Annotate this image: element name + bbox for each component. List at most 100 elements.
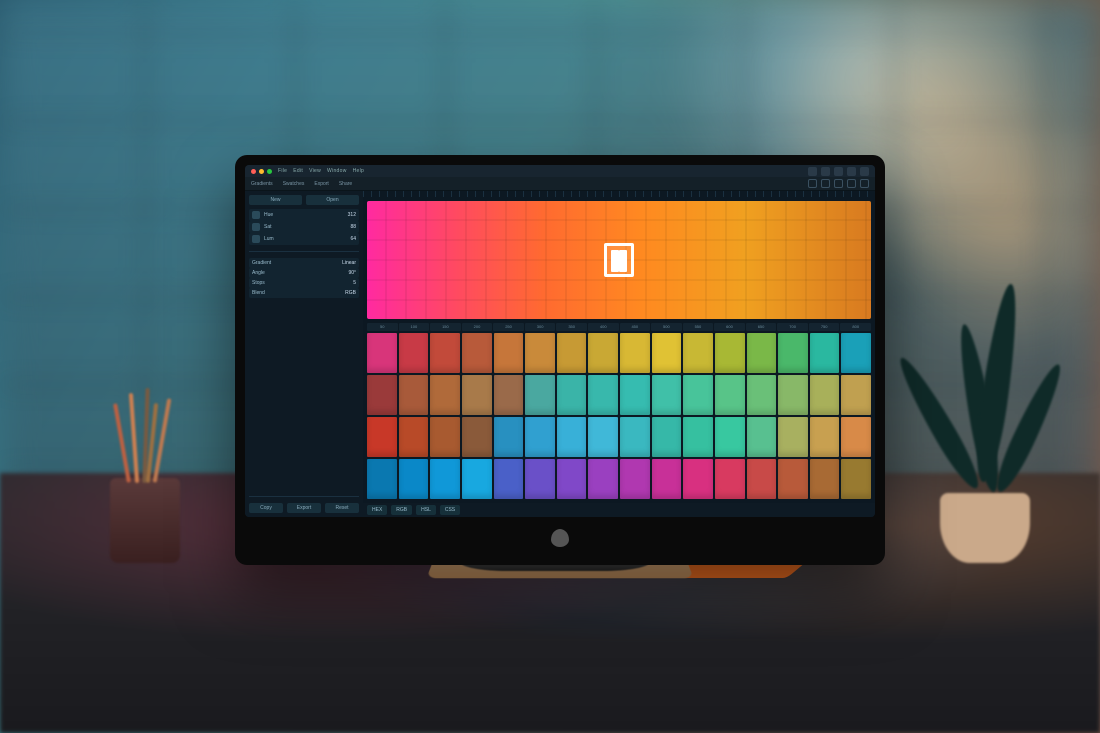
control-center-icon[interactable] [847, 167, 856, 176]
color-swatch[interactable] [494, 417, 524, 457]
color-swatch[interactable] [525, 459, 555, 499]
color-swatch[interactable] [683, 333, 713, 373]
color-swatch[interactable] [620, 417, 650, 457]
color-swatch[interactable] [841, 375, 871, 415]
color-swatch[interactable] [430, 459, 460, 499]
tab-export[interactable]: Export [314, 181, 328, 187]
user-icon[interactable] [808, 179, 817, 188]
color-swatch[interactable] [525, 333, 555, 373]
export-button[interactable]: Export [287, 503, 321, 513]
color-swatch[interactable] [747, 375, 777, 415]
color-swatch[interactable] [810, 375, 840, 415]
color-swatch[interactable] [778, 375, 808, 415]
window-control-dot[interactable] [251, 169, 256, 174]
color-swatch[interactable] [399, 459, 429, 499]
color-swatch[interactable] [683, 375, 713, 415]
menu-help[interactable]: Help [353, 168, 364, 174]
new-button[interactable]: New [249, 195, 302, 205]
color-swatch[interactable] [399, 333, 429, 373]
color-swatch[interactable] [525, 375, 555, 415]
color-swatch[interactable] [715, 333, 745, 373]
color-swatch[interactable] [525, 417, 555, 457]
color-swatch[interactable] [462, 417, 492, 457]
color-swatch[interactable] [620, 375, 650, 415]
color-swatch[interactable] [747, 333, 777, 373]
color-swatch[interactable] [430, 375, 460, 415]
color-swatch[interactable] [494, 333, 524, 373]
color-swatch[interactable] [652, 417, 682, 457]
color-swatch[interactable] [652, 459, 682, 499]
color-swatch[interactable] [715, 375, 745, 415]
grid-icon[interactable] [834, 179, 843, 188]
battery-icon[interactable] [821, 167, 830, 176]
color-swatch[interactable] [557, 417, 587, 457]
color-swatch[interactable] [588, 417, 618, 457]
color-swatch[interactable] [588, 375, 618, 415]
color-swatch[interactable] [557, 459, 587, 499]
settings-icon[interactable] [860, 179, 869, 188]
menu-file[interactable]: File [278, 168, 287, 174]
setting-stops[interactable]: Stops5 [249, 278, 359, 288]
window-control-dot[interactable] [267, 169, 272, 174]
menu-view[interactable]: View [309, 168, 321, 174]
color-swatch[interactable] [620, 333, 650, 373]
color-swatch[interactable] [494, 459, 524, 499]
format-css-button[interactable]: CSS [440, 505, 460, 515]
color-swatch[interactable] [652, 375, 682, 415]
tab-swatches[interactable]: Swatches [283, 181, 305, 187]
color-swatch[interactable] [747, 459, 777, 499]
color-swatch[interactable] [399, 417, 429, 457]
color-swatch[interactable] [588, 333, 618, 373]
color-swatch[interactable] [588, 459, 618, 499]
setting-gradient[interactable]: GradientLinear [249, 258, 359, 268]
window-controls[interactable] [251, 169, 272, 174]
color-swatch[interactable] [494, 375, 524, 415]
color-swatch[interactable] [747, 417, 777, 457]
color-swatch[interactable] [430, 417, 460, 457]
wifi-icon[interactable] [808, 167, 817, 176]
color-swatch[interactable] [841, 417, 871, 457]
color-swatch[interactable] [652, 333, 682, 373]
tool-sat[interactable]: Sat88 [249, 221, 359, 233]
color-swatch[interactable] [430, 333, 460, 373]
menu-window[interactable]: Window [327, 168, 347, 174]
cloud-icon[interactable] [847, 179, 856, 188]
color-swatch[interactable] [557, 375, 587, 415]
color-swatch[interactable] [715, 459, 745, 499]
color-swatch[interactable] [810, 417, 840, 457]
reset-button[interactable]: Reset [325, 503, 359, 513]
color-swatch[interactable] [367, 417, 397, 457]
color-swatch[interactable] [841, 333, 871, 373]
color-swatch[interactable] [367, 375, 397, 415]
color-swatch[interactable] [683, 459, 713, 499]
tool-hue[interactable]: Hue312 [249, 209, 359, 221]
open-button[interactable]: Open [306, 195, 359, 205]
menu-edit[interactable]: Edit [293, 168, 303, 174]
tool-lum[interactable]: Lum64 [249, 233, 359, 245]
color-swatch[interactable] [462, 333, 492, 373]
copy-button[interactable]: Copy [249, 503, 283, 513]
sync-icon[interactable] [821, 179, 830, 188]
format-rgb-button[interactable]: RGB [391, 505, 412, 515]
search-icon[interactable] [834, 167, 843, 176]
color-swatch[interactable] [810, 459, 840, 499]
color-swatch[interactable] [620, 459, 650, 499]
format-hsl-button[interactable]: HSL [416, 505, 436, 515]
clock-icon[interactable] [860, 167, 869, 176]
setting-blend[interactable]: BlendRGB [249, 288, 359, 298]
color-swatch[interactable] [557, 333, 587, 373]
color-swatch[interactable] [715, 417, 745, 457]
color-swatch[interactable] [841, 459, 871, 499]
color-swatch[interactable] [367, 459, 397, 499]
color-swatch[interactable] [810, 333, 840, 373]
color-swatch[interactable] [462, 375, 492, 415]
color-swatch[interactable] [683, 417, 713, 457]
tab-gradients[interactable]: Gradients [251, 181, 273, 187]
tab-share[interactable]: Share [339, 181, 352, 187]
color-swatch[interactable] [778, 459, 808, 499]
color-swatch[interactable] [462, 459, 492, 499]
color-swatch[interactable] [399, 375, 429, 415]
gradient-preview[interactable] [367, 201, 871, 319]
color-swatch[interactable] [778, 333, 808, 373]
color-swatch[interactable] [367, 333, 397, 373]
